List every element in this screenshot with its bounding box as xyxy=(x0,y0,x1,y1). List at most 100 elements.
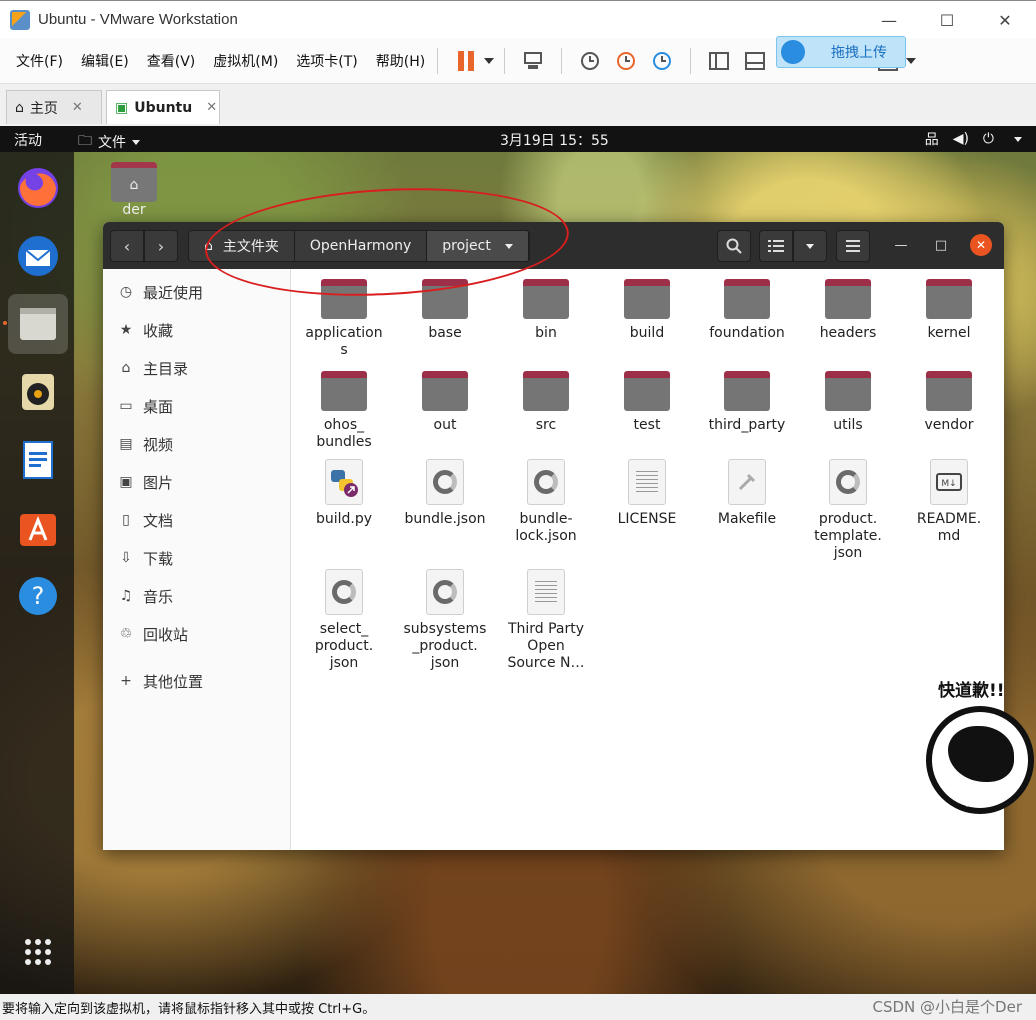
minimize-button[interactable]: — xyxy=(890,234,912,256)
document-icon xyxy=(23,441,53,479)
file-item[interactable]: Third Party Open Source N… xyxy=(496,569,596,672)
back-button[interactable]: ‹ xyxy=(110,230,144,262)
menu-button[interactable] xyxy=(836,230,870,262)
file-item[interactable]: product. template. json xyxy=(798,459,898,562)
tab-ubuntu[interactable]: ▣ Ubuntu ✕ xyxy=(106,90,220,124)
app-menu[interactable]: 🗀 文件 xyxy=(78,130,140,154)
file-item[interactable]: bundle- lock.json xyxy=(496,459,596,545)
sidebar-item-desktop[interactable]: ▭ 桌面 xyxy=(117,393,173,419)
tab-home[interactable]: ⌂ 主页 ✕ xyxy=(6,90,102,124)
close-button[interactable]: ✕ xyxy=(976,1,1034,39)
music-icon: ♫ xyxy=(119,588,133,604)
folder-item[interactable]: out xyxy=(395,371,495,434)
hammer-icon xyxy=(728,459,766,505)
file-item[interactable]: build.py xyxy=(294,459,394,528)
sidebar-item-starred[interactable]: ★ 收藏 xyxy=(117,317,173,343)
file-item[interactable]: subsystems _product. json xyxy=(395,569,495,672)
folder-item[interactable]: third_party xyxy=(697,371,797,434)
search-button[interactable] xyxy=(717,230,751,262)
help-icon: ? xyxy=(19,577,57,615)
desktop-home-folder[interactable]: ⌂ der xyxy=(110,162,158,218)
sidebar-item-trash[interactable]: ♲ 回收站 xyxy=(117,621,188,647)
sidebar-item-downloads[interactable]: ⇩ 下载 xyxy=(117,545,173,571)
json-file-icon xyxy=(325,569,363,615)
file-item[interactable]: M↓ README. md xyxy=(899,459,999,545)
sidebar-item-music[interactable]: ♫ 音乐 xyxy=(117,583,173,609)
pause-dropdown-icon[interactable] xyxy=(484,57,495,64)
folder-item[interactable]: foundation xyxy=(697,279,797,342)
menu-vm[interactable]: 虚拟机(M) xyxy=(213,51,278,71)
sidebar-item-other-locations[interactable]: + 其他位置 xyxy=(117,668,203,694)
folder-item[interactable]: kernel xyxy=(899,279,999,342)
status-text: 要将输入定向到该虚拟机，请将鼠标指针移入其中或按 Ctrl+G。 xyxy=(2,1001,376,1017)
sidebar-item-label: 文档 xyxy=(143,511,174,530)
python-file-icon xyxy=(325,459,363,505)
menu-help[interactable]: 帮助(H) xyxy=(376,51,425,71)
vmware-tab-bar: ⌂ 主页 ✕ ▣ Ubuntu ✕ xyxy=(0,84,1036,126)
file-item[interactable]: Makefile xyxy=(697,459,797,528)
sidebar-item-label: 视频 xyxy=(143,435,174,454)
folder-item[interactable]: utils xyxy=(798,371,898,434)
fullscreen-dropdown-icon[interactable] xyxy=(906,57,917,64)
sidebar-view-button[interactable] xyxy=(704,46,734,76)
forward-button[interactable]: › xyxy=(144,230,178,262)
file-item[interactable]: LICENSE xyxy=(597,459,697,528)
folder-item[interactable]: ohos_ bundles xyxy=(294,371,394,451)
activities-button[interactable]: 活动 xyxy=(14,130,42,150)
folder-item[interactable]: test xyxy=(597,371,697,434)
ubuntu-dock: ? xyxy=(0,152,74,994)
sidebar-item-pictures[interactable]: ▣ 图片 xyxy=(117,469,173,495)
ubuntu-screen[interactable]: 活动 🗀 文件 3月19日 15：55 品 ◀) ⏻ ? ⌂ der ‹ › ⌂… xyxy=(0,126,1036,994)
running-indicator xyxy=(3,321,7,325)
pause-button[interactable] xyxy=(451,46,481,76)
show-applications-button[interactable] xyxy=(8,922,68,982)
file-item[interactable]: bundle.json xyxy=(395,459,495,528)
sidebar-item-recent[interactable]: ◷ 最近使用 xyxy=(117,279,203,305)
libreoffice-writer-launcher[interactable] xyxy=(8,430,68,490)
view-list-button[interactable] xyxy=(759,230,793,262)
snapshot-button[interactable] xyxy=(575,46,605,76)
clock[interactable]: 3月19日 15：55 xyxy=(500,130,609,150)
menu-edit[interactable]: 编辑(E) xyxy=(81,51,129,71)
folder-item[interactable]: headers xyxy=(798,279,898,342)
sidebar-item-documents[interactable]: ▯ 文档 xyxy=(117,507,173,533)
close-icon[interactable]: ✕ xyxy=(72,100,83,115)
menu-file[interactable]: 文件(F) xyxy=(16,51,63,71)
thunderbird-launcher[interactable] xyxy=(8,226,68,286)
folder-item[interactable]: vendor xyxy=(899,371,999,434)
sidebar-item-videos[interactable]: ▤ 视频 xyxy=(117,431,173,457)
watermark: CSDN @小白是个Der xyxy=(872,998,1022,1016)
files-launcher[interactable] xyxy=(8,294,68,354)
sidebar-layout-icon xyxy=(709,51,730,70)
menu-tabs[interactable]: 选项卡(T) xyxy=(296,51,357,71)
view-options-button[interactable] xyxy=(793,230,827,262)
snapshot-manager-button[interactable] xyxy=(647,46,677,76)
minimize-button[interactable]: — xyxy=(860,1,918,39)
firefox-launcher[interactable] xyxy=(8,158,68,218)
folder-item[interactable]: bin xyxy=(496,279,596,342)
file-name-label: build xyxy=(629,325,665,341)
revert-snapshot-button[interactable] xyxy=(611,46,641,76)
file-item[interactable]: select_ product. json xyxy=(294,569,394,672)
folder-item[interactable]: src xyxy=(496,371,596,434)
upload-widget[interactable]: 拖拽上传 xyxy=(776,36,906,68)
folder-icon xyxy=(926,279,972,319)
close-button[interactable]: ✕ xyxy=(970,234,992,256)
menu-view[interactable]: 查看(V) xyxy=(147,51,196,71)
sidebar-item-home[interactable]: ⌂ 主目录 xyxy=(117,355,188,381)
chevron-right-icon: › xyxy=(157,236,165,256)
maximize-button[interactable]: ☐ xyxy=(918,1,976,39)
markdown-file-icon: M↓ xyxy=(930,459,968,505)
thumbnail-view-button[interactable] xyxy=(740,46,770,76)
system-tray[interactable]: 品 ◀) ⏻ xyxy=(925,129,1022,149)
vmware-title-bar: Ubuntu - VMware Workstation — ☐ ✕ xyxy=(0,0,1036,38)
help-launcher[interactable]: ? xyxy=(8,566,68,626)
files-window[interactable]: ‹ › ⌂ 主文件夹 OpenHarmony project — □ ✕ ◷ 最… xyxy=(103,222,1004,850)
rhythmbox-launcher[interactable] xyxy=(8,362,68,422)
software-center-launcher[interactable] xyxy=(8,498,68,558)
close-icon[interactable]: ✕ xyxy=(206,100,217,115)
folder-item[interactable]: build xyxy=(597,279,697,342)
json-file-icon xyxy=(829,459,867,505)
maximize-button[interactable]: □ xyxy=(930,234,952,256)
send-ctrl-alt-del-button[interactable] xyxy=(518,46,548,76)
